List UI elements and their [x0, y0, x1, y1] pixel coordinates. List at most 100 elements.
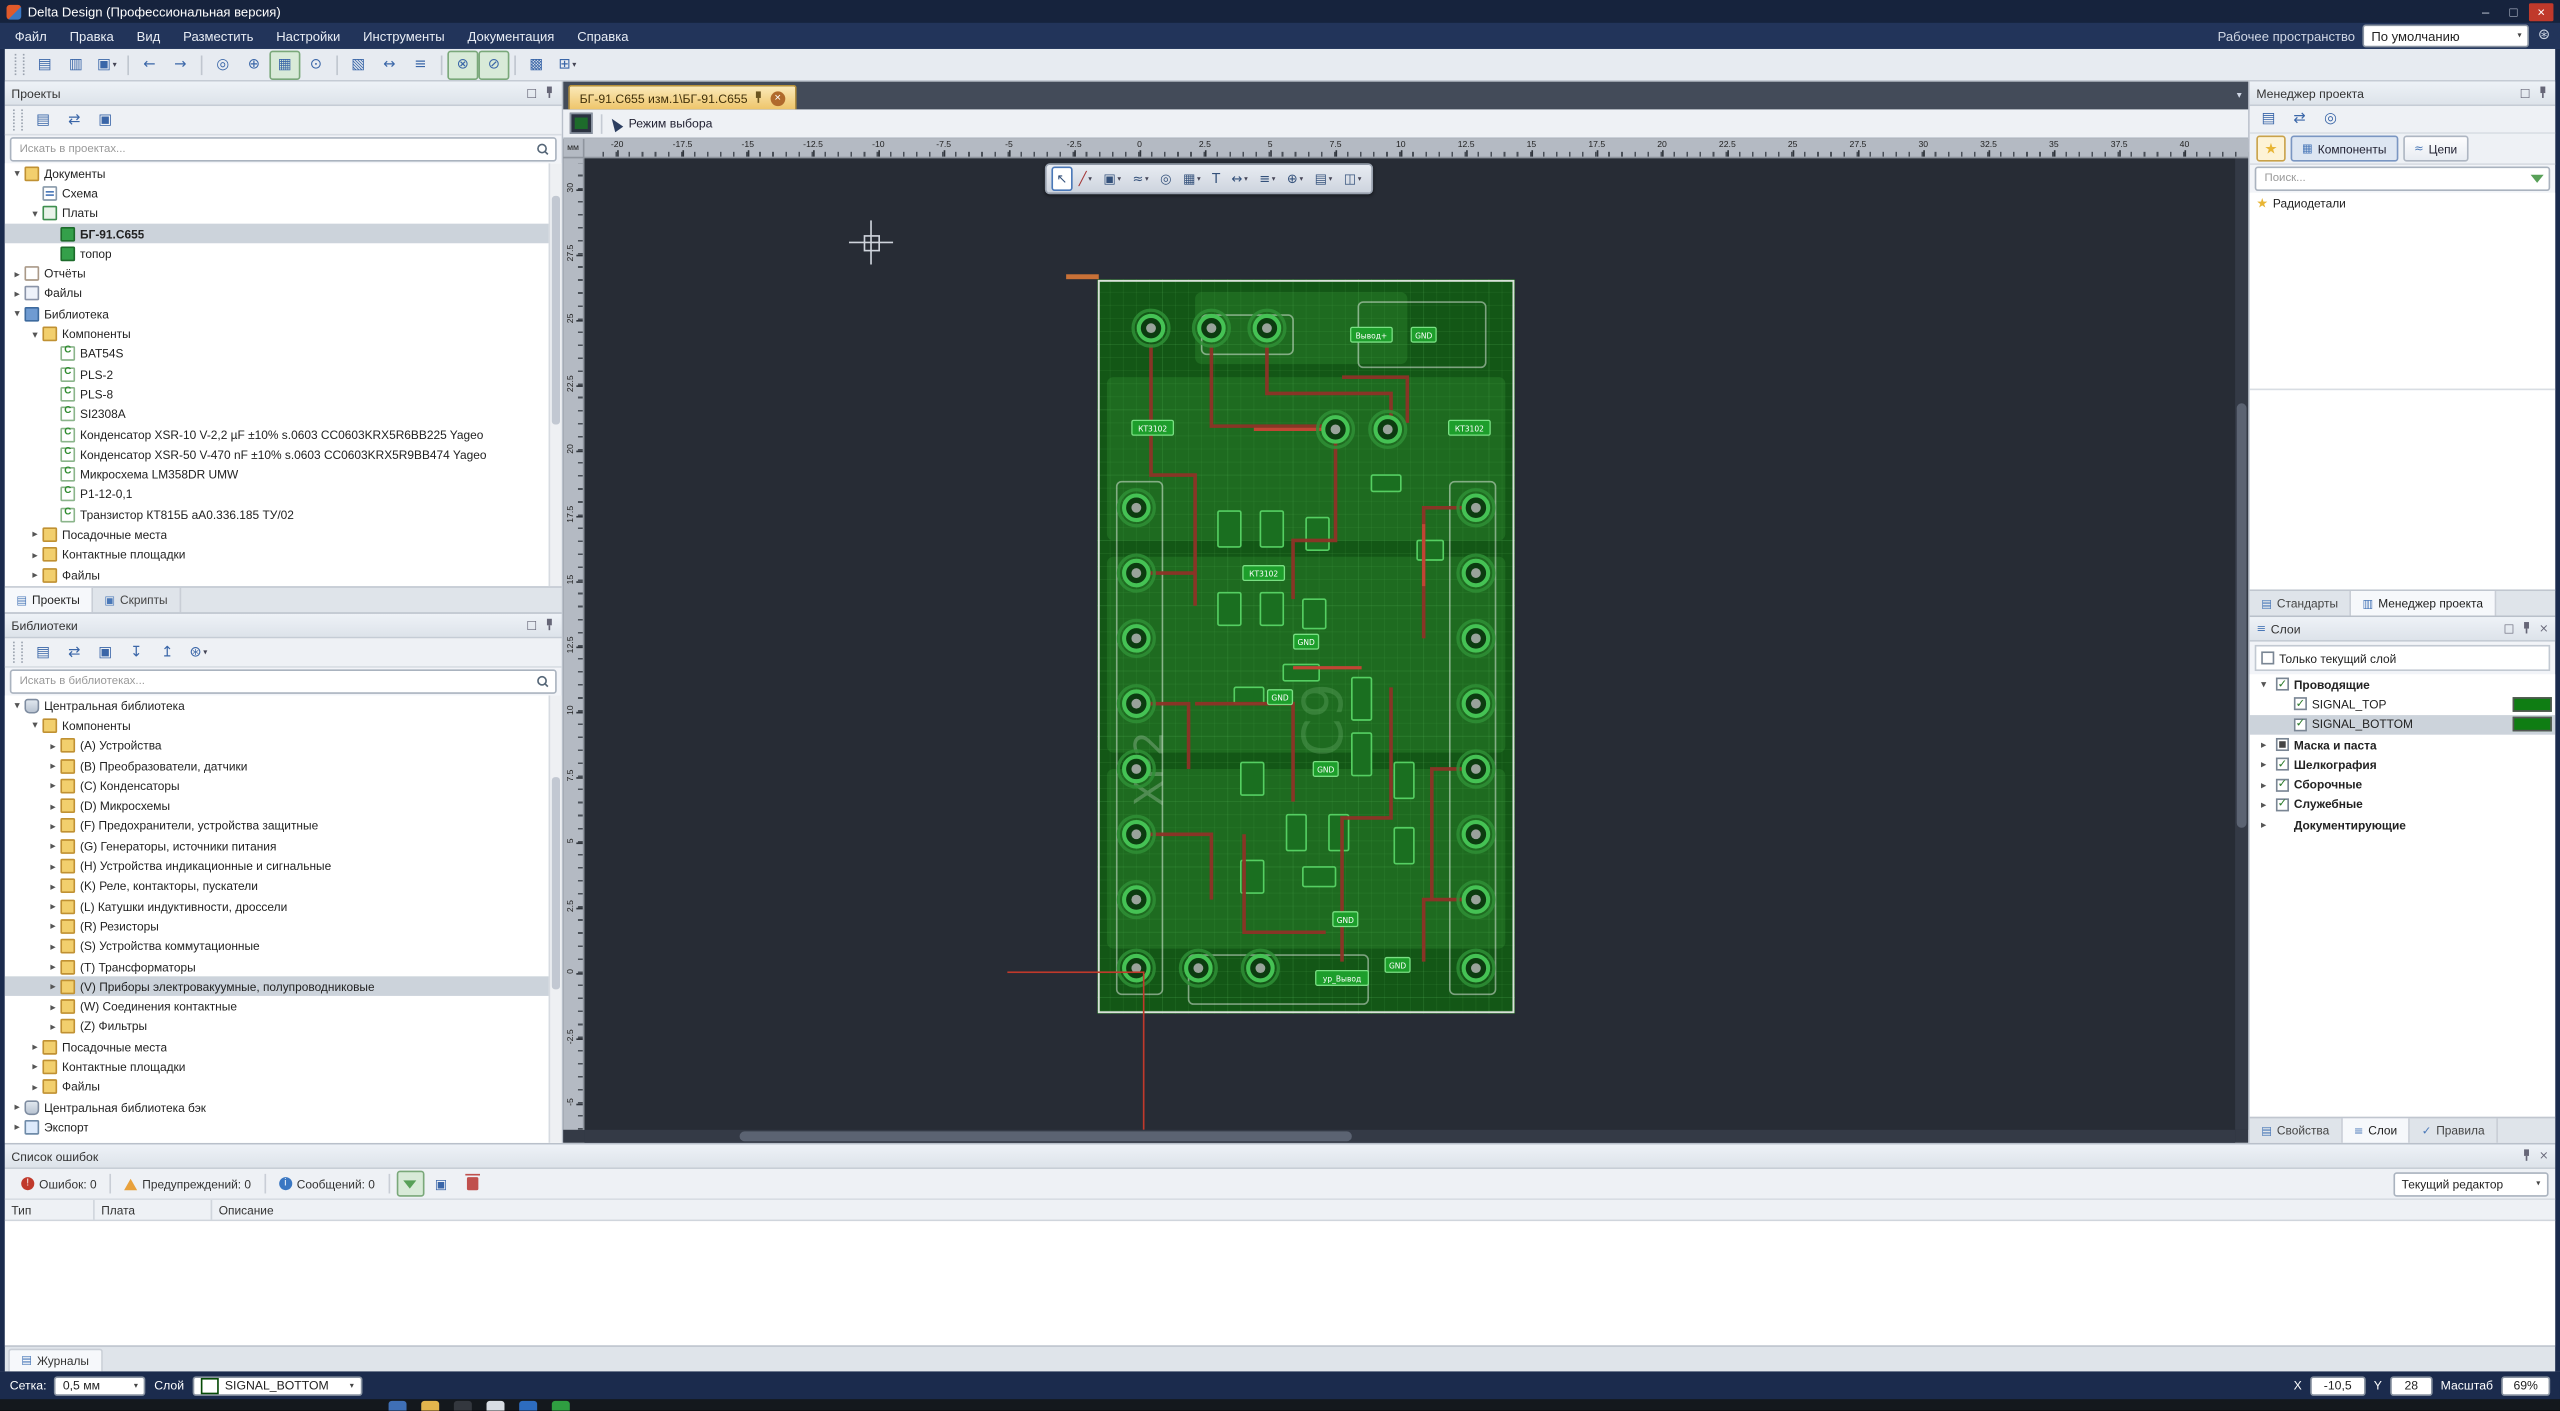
libraries-scrollbar[interactable]	[549, 696, 562, 1143]
zoom-fit-button[interactable]: ⊙	[300, 50, 331, 79]
settings-button[interactable]: ⊞▾	[552, 50, 583, 79]
expander-open-icon[interactable]: ▾	[28, 719, 43, 732]
manager-search-input[interactable]	[2261, 171, 2530, 186]
project-item-row[interactable]: Конденсатор XSR-50 V-470 nF ±10% s.0603 …	[5, 444, 562, 464]
import-button[interactable]: ↧	[121, 638, 152, 667]
scrollbar-thumb[interactable]	[552, 777, 560, 989]
project-item-row[interactable]: Конденсатор XSR-10 V-2,2 µF ±10% s.0603 …	[5, 424, 562, 444]
new-item-button[interactable]: ▤	[28, 105, 59, 134]
pin-icon[interactable]	[2537, 87, 2548, 100]
horizontal-scrollbar[interactable]	[584, 1130, 2235, 1143]
library-item-row[interactable]: ▸(A) Устройства	[5, 736, 562, 756]
projects-tab-Скрипты[interactable]: ▣Скрипты	[93, 588, 181, 612]
taskbar-app-3-icon[interactable]	[519, 1401, 537, 1411]
column-description[interactable]: Описание	[212, 1200, 2555, 1220]
expander-closed-icon[interactable]: ▸	[10, 1121, 25, 1134]
toolbar-drag-handle[interactable]	[13, 109, 23, 130]
library-item-row[interactable]: ▸(C) Конденсаторы	[5, 776, 562, 796]
errors-counter[interactable]: !Ошибок: 0	[11, 1171, 106, 1197]
project-item-row[interactable]: Схема	[5, 183, 562, 203]
close-icon[interactable]: ×	[2539, 1149, 2549, 1162]
tab-list-chevron-icon[interactable]: ▾	[2237, 90, 2242, 101]
board-thumbnail-icon[interactable]	[570, 113, 593, 134]
toolbar-drag-handle[interactable]	[15, 54, 25, 75]
expander-closed-icon[interactable]: ▸	[2256, 778, 2271, 791]
project-item-row[interactable]: ▾Документы	[5, 163, 562, 183]
align-tool[interactable]: ≡▾	[1254, 167, 1280, 191]
taskbar-folder-icon[interactable]	[421, 1401, 439, 1411]
draw-tool[interactable]: ╱▾	[1074, 167, 1097, 191]
menu-item-Настройки[interactable]: Настройки	[265, 23, 352, 49]
redo-button[interactable]: →	[165, 50, 196, 79]
current-layer-only-checkbox[interactable]	[2261, 651, 2274, 664]
layers-tab-Правила[interactable]: ✓Правила	[2410, 1118, 2497, 1142]
new-document-button[interactable]: ▤	[29, 50, 60, 79]
library-item-row[interactable]: ▸(S) Устройства коммутационные	[5, 936, 562, 956]
expander-closed-icon[interactable]: ▸	[46, 900, 61, 913]
layer-row-Документирующие[interactable]: ▸Документирующие	[2250, 815, 2555, 835]
vertical-scrollbar[interactable]	[2235, 158, 2248, 1129]
menu-item-Справка[interactable]: Справка	[566, 23, 640, 49]
layer-checkbox[interactable]	[2276, 678, 2289, 691]
expander-closed-icon[interactable]: ▸	[28, 548, 43, 561]
new-library-button[interactable]: ▤	[28, 638, 59, 667]
link-button[interactable]: ⊗	[447, 50, 478, 79]
library-item-row[interactable]: ▸(R) Резисторы	[5, 916, 562, 936]
library-item-row[interactable]: ▾Компоненты	[5, 716, 562, 736]
expander-closed-icon[interactable]: ▸	[2256, 818, 2271, 831]
manager-list[interactable]: ★Радиодетали	[2250, 193, 2555, 590]
layer-row-Проводящие[interactable]: ▾Проводящие	[2250, 674, 2555, 694]
column-type[interactable]: Тип	[5, 1200, 95, 1220]
document-tab[interactable]: БГ-91.С655 изм.1\БГ-91.С655 ×	[568, 85, 796, 109]
search-icon[interactable]	[537, 675, 550, 688]
messages-counter[interactable]: iСообщений: 0	[269, 1171, 385, 1197]
filter-icon[interactable]	[2531, 175, 2544, 183]
library-item-row[interactable]: ▸(Z) Фильтры	[5, 1017, 562, 1037]
projects-scrollbar[interactable]	[549, 163, 562, 586]
libraries-search-input[interactable]	[16, 674, 537, 689]
save-button[interactable]: ▣	[90, 638, 121, 667]
print-button[interactable]: ▧	[343, 50, 374, 79]
project-item-row[interactable]: Транзистор КТ815Б аА0.336.185 ТУ/02	[5, 505, 562, 525]
menu-item-Инструменты[interactable]: Инструменты	[352, 23, 456, 49]
library-item-row[interactable]: ▸Контактные площадки	[5, 1057, 562, 1077]
library-item-row[interactable]: ▸Файлы	[5, 1077, 562, 1097]
library-item-row[interactable]: ▸(V) Приборы электровакуумные, полупрово…	[5, 977, 562, 997]
project-item-row[interactable]: ▸Файлы	[5, 565, 562, 585]
editor-filter-select[interactable]: Текущий редактор ▾	[2393, 1171, 2548, 1195]
layer-checkbox[interactable]	[2294, 718, 2307, 731]
scrollbar-thumb[interactable]	[740, 1131, 1352, 1141]
library-item-row[interactable]: ▸(K) Реле, контакторы, пускатели	[5, 876, 562, 896]
expander-closed-icon[interactable]: ▸	[46, 779, 61, 792]
project-item-row[interactable]: PLS-8	[5, 384, 562, 404]
libraries-tree[interactable]: ▾Центральная библиотека▾Компоненты▸(A) У…	[5, 696, 562, 1143]
layer-row-SIGNAL_TOP[interactable]: SIGNAL_TOP	[2250, 694, 2555, 714]
select-tool[interactable]: ↖	[1051, 167, 1072, 191]
maximize-panel-icon[interactable]: □	[526, 619, 537, 632]
save-button[interactable]: ▣▾	[91, 50, 122, 79]
library-item-row[interactable]: ▸(G) Генераторы, источники питания	[5, 836, 562, 856]
search-button[interactable]: ◎	[207, 50, 238, 79]
pin-icon[interactable]	[544, 87, 555, 100]
manager-tab-Менеджер проекта[interactable]: ▥Менеджер проекта	[2351, 591, 2496, 615]
manager-item[interactable]: ★Радиодетали	[2250, 193, 2555, 214]
expander-open-icon[interactable]: ▾	[28, 207, 43, 220]
menu-item-Документация[interactable]: Документация	[456, 23, 566, 49]
library-item-row[interactable]: ▾Центральная библиотека	[5, 696, 562, 716]
open-document-button[interactable]: ▥	[60, 50, 91, 79]
project-item-row[interactable]: ▸Контактные площадки	[5, 545, 562, 565]
library-item-row[interactable]: ▸Посадочные места	[5, 1037, 562, 1057]
expander-closed-icon[interactable]: ▸	[28, 568, 43, 581]
library-item-row[interactable]: ▸(B) Преобразователи, датчики	[5, 756, 562, 776]
layer-color-chip[interactable]	[2513, 697, 2552, 712]
expander-closed-icon[interactable]: ▸	[46, 739, 61, 752]
warnings-counter[interactable]: Предупреждений: 0	[115, 1171, 261, 1197]
layers-tab-Свойства[interactable]: ▤Свойства	[2250, 1118, 2343, 1142]
layer-row-Шелкография[interactable]: ▸Шелкография	[2250, 755, 2555, 775]
layers-tree[interactable]: ▾ПроводящиеSIGNAL_TOPSIGNAL_BOTTOM▸Маска…	[2250, 674, 2555, 1116]
layer-checkbox[interactable]	[2276, 778, 2289, 791]
layer-checkbox[interactable]	[2294, 698, 2307, 711]
expander-closed-icon[interactable]: ▸	[10, 267, 25, 280]
text-tool[interactable]: T	[1207, 167, 1225, 191]
expander-closed-icon[interactable]: ▸	[10, 1101, 25, 1114]
